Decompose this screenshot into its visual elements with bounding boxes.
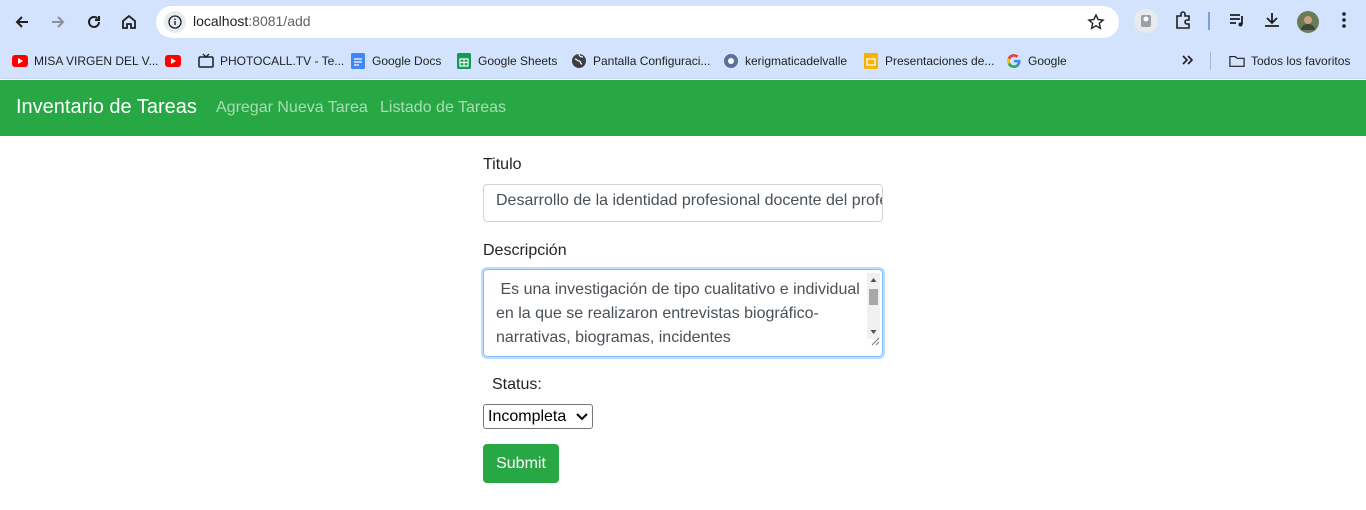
- youtube-icon: [12, 53, 28, 69]
- site-icon: [723, 53, 739, 69]
- back-icon[interactable]: [8, 8, 36, 36]
- bookmark-label: PHOTOCALL.TV - Te...: [220, 54, 345, 68]
- nav-link-add-task[interactable]: Agregar Nueva Tarea: [216, 99, 368, 117]
- bookmark-label: Pantalla Configuraci...: [593, 54, 711, 68]
- title-input[interactable]: Desarrollo de la identidad profesional d…: [483, 184, 883, 222]
- bookmark-label: kerigmaticadelvalle: [745, 54, 848, 68]
- youtube-icon: [165, 53, 181, 69]
- site-info-icon[interactable]: [164, 11, 186, 33]
- more-bookmarks-icon[interactable]: [1181, 52, 1195, 68]
- bookmark-google-sheets[interactable]: Google Sheets: [456, 53, 557, 69]
- browser-toolbar: localhost:8081/add: [0, 0, 1366, 44]
- home-icon[interactable]: [115, 8, 143, 36]
- status-selected-value: Incompleta: [488, 407, 567, 425]
- bookmarks-divider: [1210, 52, 1211, 70]
- url-text: localhost:8081/add: [193, 13, 311, 29]
- folder-icon: [1229, 53, 1245, 69]
- title-label: Titulo: [483, 156, 522, 173]
- avatar[interactable]: [1297, 11, 1319, 38]
- more-menu-icon[interactable]: [1336, 10, 1352, 35]
- bookmark-label: Google Docs: [372, 54, 442, 68]
- bookmark-label: MISA VIRGEN DEL V...: [34, 54, 159, 68]
- media-controls-icon[interactable]: [1227, 10, 1247, 35]
- description-textarea[interactable]: Es una investigación de tipo cualitativo…: [483, 269, 883, 357]
- bookmark-kerigmatica[interactable]: kerigmaticadelvalle: [723, 53, 847, 69]
- status-select[interactable]: Incompleta: [483, 404, 593, 429]
- tv-icon: [198, 53, 214, 69]
- google-icon: [1006, 53, 1022, 69]
- extensions-icon[interactable]: [1173, 10, 1193, 35]
- profile-extension-icon[interactable]: [1134, 9, 1158, 38]
- url-path: :8081/add: [248, 13, 311, 29]
- docs-icon: [350, 53, 366, 69]
- bookmark-star-icon[interactable]: [1087, 13, 1105, 36]
- toolbar-divider: [1208, 12, 1210, 30]
- chevron-down-icon: [576, 408, 588, 426]
- submit-button[interactable]: Submit: [483, 444, 559, 483]
- resize-grip-icon[interactable]: [870, 330, 880, 354]
- all-bookmarks-label: Todos los favoritos: [1251, 54, 1351, 68]
- bookmark-youtube[interactable]: [165, 53, 187, 69]
- description-label: Descripción: [483, 242, 567, 259]
- bookmark-label: Google: [1028, 54, 1067, 68]
- url-host: localhost: [193, 13, 249, 29]
- bookmark-google[interactable]: Google: [1006, 53, 1067, 69]
- bookmark-label: Google Sheets: [478, 54, 558, 68]
- sheets-icon: [456, 53, 472, 69]
- bookmark-presentaciones[interactable]: Presentaciones de...: [863, 53, 994, 69]
- all-bookmarks-folder[interactable]: Todos los favoritos: [1229, 53, 1350, 69]
- app-navbar: Inventario de Tareas Agregar Nueva Tarea…: [0, 80, 1366, 136]
- globe-icon: [571, 53, 587, 69]
- bookmark-misa[interactable]: MISA VIRGEN DEL V...: [12, 53, 159, 69]
- slides-icon: [863, 53, 879, 69]
- description-text: Es una investigación de tipo cualitativo…: [496, 281, 865, 346]
- address-bar[interactable]: localhost:8081/add: [156, 6, 1119, 38]
- download-icon[interactable]: [1262, 10, 1282, 35]
- forward-icon[interactable]: [44, 8, 72, 36]
- bookmark-google-docs[interactable]: Google Docs: [350, 53, 441, 69]
- bookmark-pantalla[interactable]: Pantalla Configuraci...: [571, 53, 710, 69]
- bookmark-label: Presentaciones de...: [885, 54, 995, 68]
- bookmark-photocall[interactable]: PHOTOCALL.TV - Te...: [198, 53, 344, 69]
- nav-link-task-list[interactable]: Listado de Tareas: [380, 99, 506, 117]
- navbar-brand[interactable]: Inventario de Tareas: [16, 96, 197, 119]
- status-label: Status:: [492, 376, 542, 393]
- bookmarks-bar: MISA VIRGEN DEL V... PHOTOCALL.TV - Te..…: [0, 44, 1366, 79]
- reload-icon[interactable]: [80, 8, 108, 36]
